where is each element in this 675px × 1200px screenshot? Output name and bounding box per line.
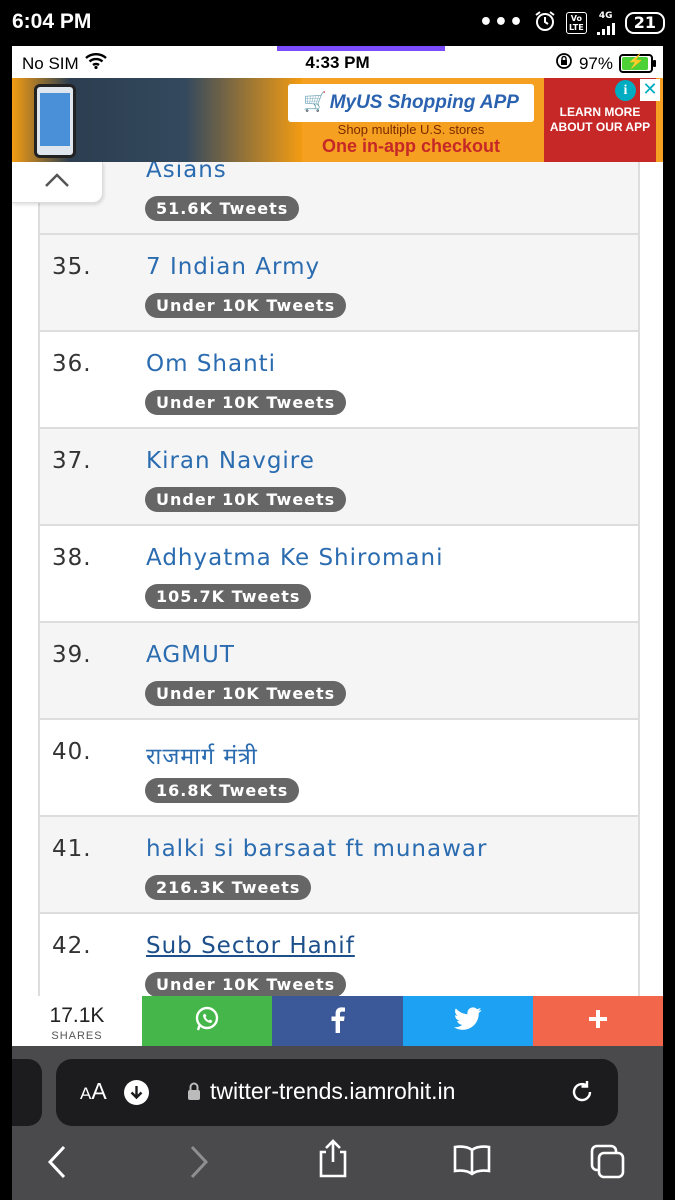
ad-headline: One in-app checkout bbox=[321, 136, 501, 156]
tweet-count-badge: Under 10K Tweets bbox=[145, 293, 347, 318]
network-type: 4G bbox=[598, 10, 613, 21]
phone-illustration bbox=[34, 84, 76, 158]
trend-rank: 39. bbox=[52, 642, 92, 668]
trend-row: 38. Adhyatma Ke Shiromani 105.7K Tweets bbox=[40, 526, 638, 623]
orientation-lock-icon bbox=[555, 52, 573, 75]
facebook-icon bbox=[328, 1005, 346, 1037]
ad-product-image bbox=[12, 78, 302, 162]
ad-logo-box: 🛒 MyUS Shopping APP bbox=[288, 84, 534, 122]
trend-link[interactable]: halki si barsaat ft munawar bbox=[146, 836, 487, 862]
trend-link[interactable]: Asians bbox=[146, 162, 227, 183]
android-battery-badge: 21 bbox=[624, 12, 665, 34]
trend-rank: 41. bbox=[52, 836, 92, 862]
trend-link[interactable]: Om Shanti bbox=[146, 351, 276, 377]
trend-rank: 42. bbox=[52, 933, 92, 959]
android-clock: 6:04 PM bbox=[12, 10, 92, 33]
lock-icon bbox=[186, 1081, 202, 1105]
forward-icon[interactable] bbox=[188, 1144, 210, 1184]
more-share-button[interactable] bbox=[532, 996, 663, 1046]
signal-icon: 4G bbox=[596, 10, 615, 35]
bookmarks-icon[interactable] bbox=[452, 1144, 492, 1180]
trend-rank: 36. bbox=[52, 351, 92, 377]
trend-row: 41. halki si barsaat ft munawar 216.3K T… bbox=[40, 817, 638, 914]
reload-icon[interactable] bbox=[568, 1078, 596, 1110]
trend-row: 35. 7 Indian Army Under 10K Tweets bbox=[40, 235, 638, 332]
share-count-label: SHARES bbox=[51, 1030, 103, 1042]
tweet-count-badge: Under 10K Tweets bbox=[145, 390, 347, 415]
trend-link[interactable]: राजमार्ग मंत्री bbox=[146, 739, 258, 771]
ad-tagline: Shop multiple U.S. stores bbox=[337, 122, 485, 137]
tweet-count-badge: 16.8K Tweets bbox=[145, 778, 300, 803]
purple-indicator bbox=[277, 46, 445, 51]
notification-dots: ••• bbox=[478, 10, 525, 35]
twitter-share-button[interactable] bbox=[402, 996, 533, 1046]
cart-icon: 🛒 bbox=[303, 92, 327, 113]
ad-info-icon[interactable]: i bbox=[615, 80, 636, 101]
whatsapp-icon bbox=[193, 1005, 221, 1037]
trend-rank: 37. bbox=[52, 448, 92, 474]
signal-bars bbox=[596, 22, 615, 35]
ios-screen: No SIM 4:33 PM 97% ⚡ 🛒 MyUS Shopping APP … bbox=[12, 46, 663, 1200]
trend-link[interactable]: Kiran Navgire bbox=[146, 448, 315, 474]
trend-rank: 38. bbox=[52, 545, 92, 571]
trend-row: 37. Kiran Navgire Under 10K Tweets bbox=[40, 429, 638, 526]
share-bar: 17.1K SHARES bbox=[12, 996, 663, 1046]
trend-list: Asians 51.6K Tweets 35. 7 Indian Army Un… bbox=[38, 162, 640, 996]
battery-percent: 97% bbox=[578, 53, 613, 73]
ios-battery-group: 97% ⚡ bbox=[555, 52, 656, 75]
tweet-count-badge: Under 10K Tweets bbox=[145, 487, 347, 512]
tweet-count-badge: Under 10K Tweets bbox=[145, 681, 347, 706]
tweet-count-badge: 51.6K Tweets bbox=[145, 196, 300, 221]
trend-rank: 40. bbox=[52, 739, 92, 765]
android-status-icons: ••• Vo LTE 4G 21 bbox=[479, 10, 665, 36]
tweet-count-badge: 105.7K Tweets bbox=[145, 584, 312, 609]
trend-link[interactable]: AGMUT bbox=[146, 642, 235, 668]
ad-banner[interactable]: 🛒 MyUS Shopping APP Shop multiple U.S. st… bbox=[12, 78, 663, 162]
plus-icon bbox=[587, 1008, 609, 1034]
trend-row: Asians 51.6K Tweets bbox=[40, 162, 638, 235]
trend-row: 40. राजमार्ग मंत्री 16.8K Tweets bbox=[40, 720, 638, 817]
scroll-to-top-button[interactable] bbox=[12, 162, 103, 203]
share-icon[interactable] bbox=[316, 1138, 350, 1182]
android-status-bar: 6:04 PM ••• Vo LTE 4G 21 bbox=[0, 0, 675, 46]
ios-status-bar: No SIM 4:33 PM 97% ⚡ bbox=[12, 46, 663, 78]
trend-rank: 35. bbox=[52, 254, 92, 280]
twitter-icon bbox=[453, 1007, 482, 1035]
reader-aa-button[interactable]: AA bbox=[80, 1078, 107, 1105]
address-bar[interactable]: AA twitter-trends.iamrohit.in bbox=[56, 1059, 618, 1126]
trend-link[interactable]: Sub Sector Hanif bbox=[146, 933, 355, 959]
battery-icon: ⚡ bbox=[619, 53, 656, 73]
facebook-share-button[interactable] bbox=[272, 996, 403, 1046]
safari-nav-row bbox=[12, 1139, 663, 1188]
trend-list-viewport: Asians 51.6K Tweets 35. 7 Indian Army Un… bbox=[12, 162, 663, 996]
trend-row: 36. Om Shanti Under 10K Tweets bbox=[40, 332, 638, 429]
trend-link[interactable]: Adhyatma Ke Shiromani bbox=[146, 545, 444, 571]
tweet-count-badge: Under 10K Tweets bbox=[145, 972, 347, 996]
whatsapp-share-button[interactable] bbox=[142, 996, 273, 1046]
alarm-icon bbox=[534, 10, 556, 36]
safari-toolbar: AA twitter-trends.iamrohit.in bbox=[12, 1046, 663, 1200]
ad-logo-text: MyUS Shopping APP bbox=[329, 92, 519, 113]
share-count-value: 17.1K bbox=[49, 1004, 105, 1027]
chevron-up-icon bbox=[44, 172, 70, 192]
tabs-icon[interactable] bbox=[590, 1144, 626, 1184]
url-text: twitter-trends.iamrohit.in bbox=[210, 1078, 456, 1104]
trend-link[interactable]: 7 Indian Army bbox=[146, 254, 320, 280]
back-icon[interactable] bbox=[46, 1144, 68, 1184]
previous-tab-pill[interactable] bbox=[12, 1059, 42, 1126]
tweet-count-badge: 216.3K Tweets bbox=[145, 875, 312, 900]
trend-row: 39. AGMUT Under 10K Tweets bbox=[40, 623, 638, 720]
trend-row: 42. Sub Sector Hanif Under 10K Tweets bbox=[40, 914, 638, 996]
download-icon[interactable] bbox=[124, 1080, 149, 1105]
volte-icon: Vo LTE bbox=[566, 12, 587, 34]
share-count: 17.1K SHARES bbox=[12, 996, 142, 1046]
ad-close-icon[interactable]: ✕ bbox=[640, 79, 660, 101]
